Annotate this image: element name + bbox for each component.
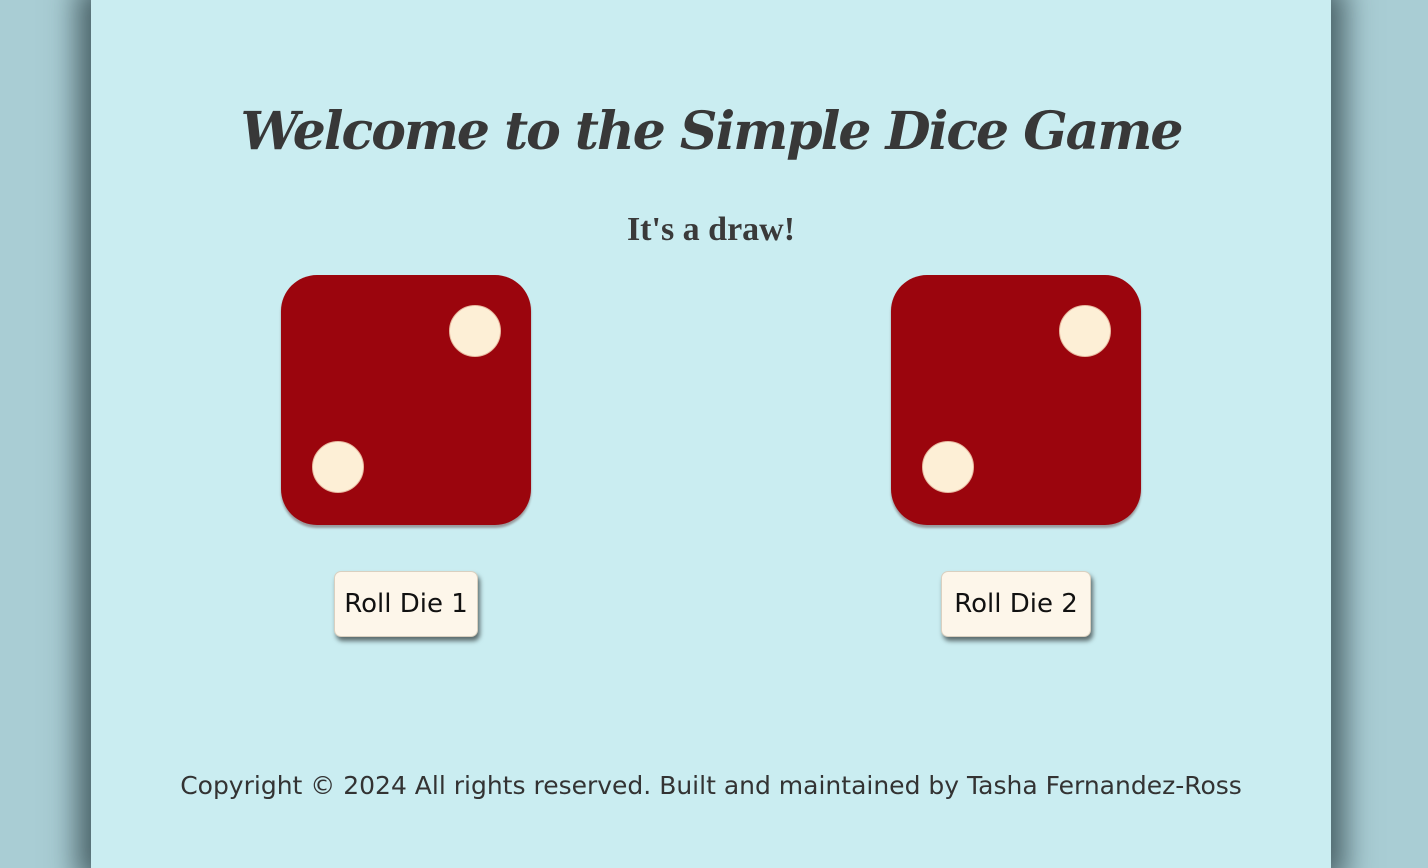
die-2-pip <box>922 441 974 493</box>
die-2-pip <box>1059 305 1111 357</box>
die-1 <box>281 275 531 525</box>
game-result: It's a draw! <box>626 211 796 248</box>
die-1-pip <box>312 441 364 493</box>
page-container: Welcome to the Simple Dice Game It's a d… <box>91 0 1331 868</box>
die-2 <box>891 275 1141 525</box>
roll-die-2-button[interactable]: Roll Die 2 <box>941 571 1091 637</box>
footer-copyright: Copyright © 2024 All rights reserved. Bu… <box>180 771 1242 800</box>
die-1-pip <box>449 305 501 357</box>
roll-die-1-button[interactable]: Roll Die 1 <box>334 571 478 637</box>
page-title: Welcome to the Simple Dice Game <box>240 101 1184 162</box>
